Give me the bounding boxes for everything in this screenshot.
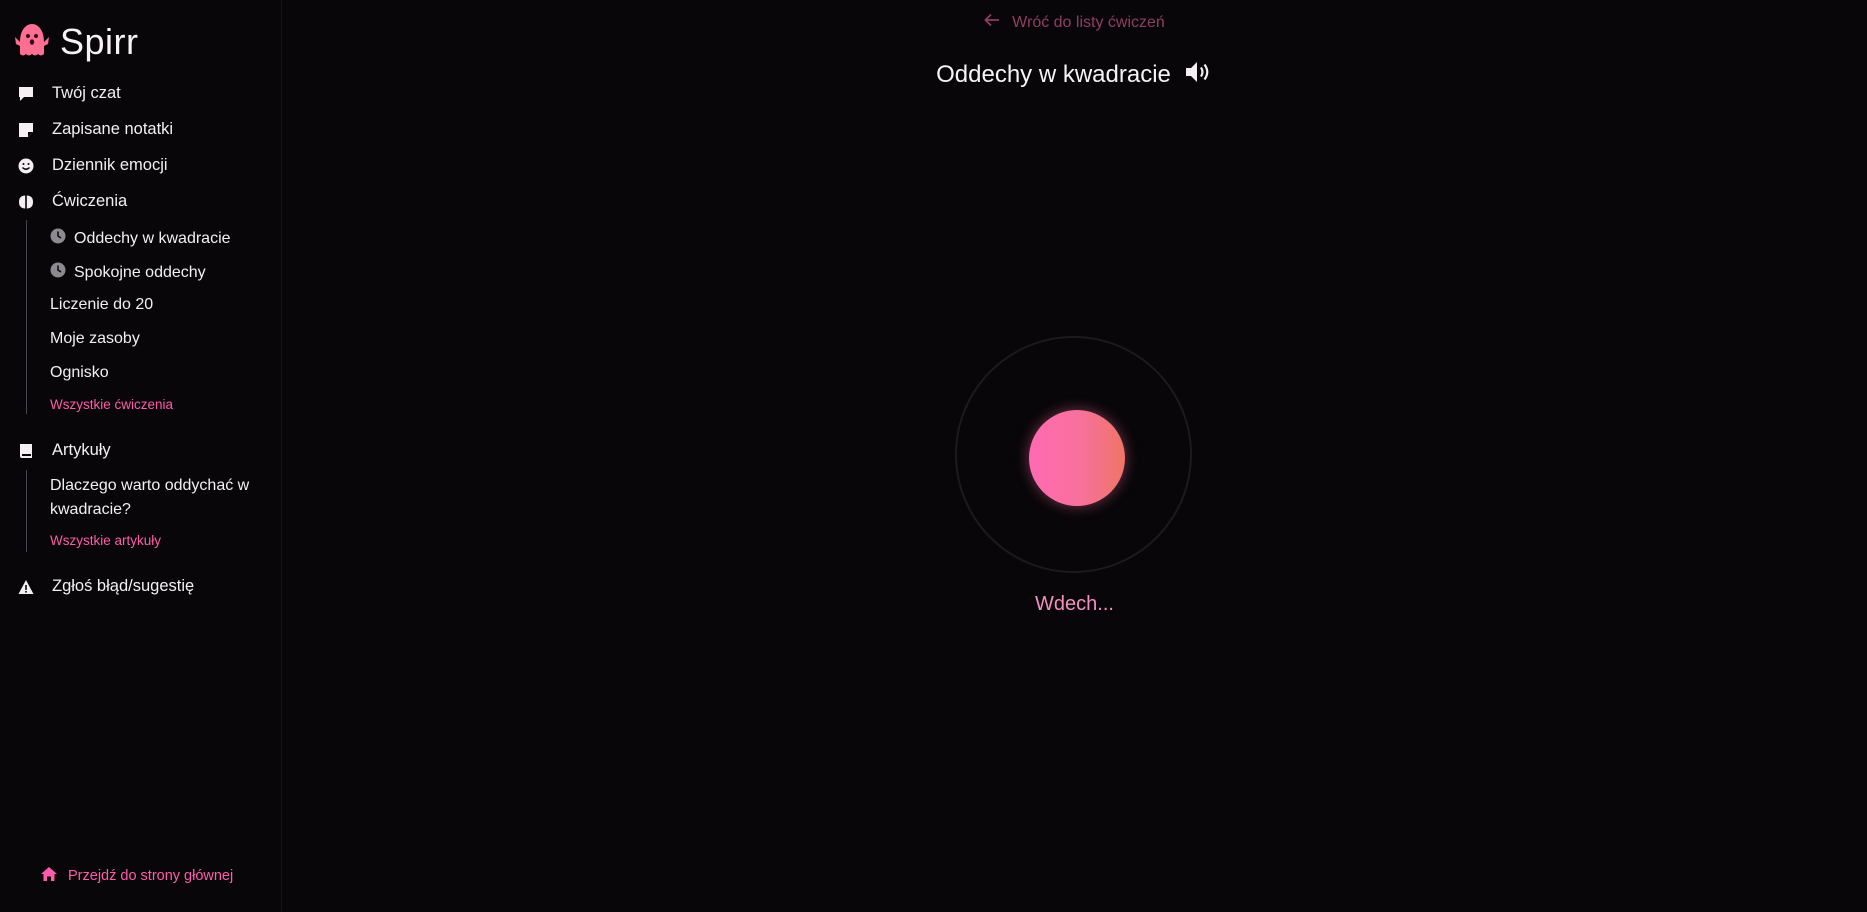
exercises-submenu: Oddechy w kwadracie Spokojne oddechy Lic… xyxy=(26,220,231,414)
nav-item-report-bug[interactable]: Zgłoś błąd/sugestię xyxy=(18,577,194,596)
exercise-item-count-to-20[interactable]: Liczenie do 20 xyxy=(50,296,153,314)
arrow-left-icon xyxy=(984,13,1000,32)
exercise-item-my-resources[interactable]: Moje zasoby xyxy=(50,330,140,348)
smiley-icon xyxy=(18,158,34,174)
exercise-header: Oddechy w kwadracie xyxy=(282,60,1867,89)
nav-label: Artykuły xyxy=(52,441,111,459)
chat-bubble-icon xyxy=(18,86,34,102)
nav-item-emotion-journal[interactable]: Dziennik emocji xyxy=(18,156,168,175)
nav-item-chat[interactable]: Twój czat xyxy=(18,84,121,103)
back-link-label: Wróć do listy ćwiczeń xyxy=(1012,13,1165,31)
brand-name: Spirr xyxy=(60,21,139,62)
nav-label: Dziennik emocji xyxy=(52,156,168,174)
exercise-label: Moje zasoby xyxy=(50,330,140,347)
exercise-label: Spokojne oddechy xyxy=(74,263,206,281)
all-exercises-link[interactable]: Wszystkie ćwiczenia xyxy=(50,397,173,412)
main-content: Wróć do listy ćwiczeń Oddechy w kwadraci… xyxy=(282,0,1867,912)
clock-icon xyxy=(50,262,66,283)
back-to-exercises-link[interactable]: Wróć do listy ćwiczeń xyxy=(282,13,1867,32)
home-link-label: Przejdź do strony głównej xyxy=(68,868,234,884)
breathing-ball xyxy=(1029,410,1125,506)
exercise-item-calm-breathing[interactable]: Spokojne oddechy xyxy=(50,262,206,283)
warning-icon xyxy=(18,579,34,595)
home-link[interactable]: Przejdź do strony głównej xyxy=(40,866,233,886)
home-icon xyxy=(40,866,58,886)
sticky-note-icon xyxy=(18,122,34,138)
nav-item-articles[interactable]: Artykuły xyxy=(18,441,111,460)
exercise-item-square-breathing[interactable]: Oddechy w kwadracie xyxy=(50,228,231,249)
exercise-label: Ognisko xyxy=(50,364,109,381)
page-title: Oddechy w kwadracie xyxy=(936,60,1171,88)
nav-label: Ćwiczenia xyxy=(52,192,128,210)
book-icon xyxy=(18,443,34,459)
nav-label: Zapisane notatki xyxy=(52,120,174,138)
exercise-item-campfire[interactable]: Ognisko xyxy=(50,364,109,382)
nav-label: Twój czat xyxy=(52,84,121,102)
breathing-phase: Wdech... xyxy=(1035,593,1114,615)
exercise-label: Oddechy w kwadracie xyxy=(74,229,231,247)
article-item-square-breathing[interactable]: Dlaczego warto oddychać w kwadracie? xyxy=(50,474,250,522)
nav-item-exercises[interactable]: Ćwiczenia xyxy=(18,192,127,211)
ghost-icon xyxy=(12,22,52,63)
brain-icon xyxy=(18,194,34,210)
nav-item-notes[interactable]: Zapisane notatki xyxy=(18,120,173,139)
all-articles-link[interactable]: Wszystkie artykuły xyxy=(50,533,161,548)
article-label: Dlaczego warto oddychać w kwadracie? xyxy=(50,477,250,518)
sidebar: Spirr Twój czat Zapisane notatki Dzienni… xyxy=(0,0,282,912)
speaker-volume-icon[interactable] xyxy=(1185,60,1213,89)
nav-label: Zgłoś błąd/sugestię xyxy=(52,577,195,595)
articles-submenu: Dlaczego warto oddychać w kwadracie? Wsz… xyxy=(26,470,249,552)
brand[interactable]: Spirr xyxy=(12,20,139,64)
exercise-label: Liczenie do 20 xyxy=(50,296,154,313)
clock-icon xyxy=(50,228,66,249)
